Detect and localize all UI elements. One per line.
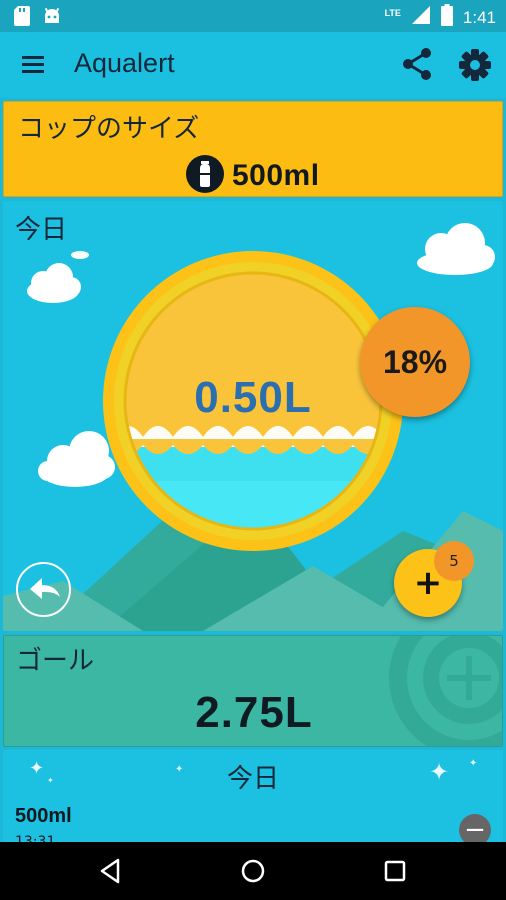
today-label: 今日 (15, 215, 68, 245)
signal-icon (411, 5, 431, 30)
today-card: 今日 0.50L 18% + 5 (3, 201, 503, 631)
cup-size-title: コップのサイズ (18, 114, 200, 144)
goal-label: ゴール (16, 646, 95, 676)
settings-gear-icon[interactable] (456, 46, 494, 84)
sd-card-icon (14, 6, 30, 30)
clock: 1:41 (462, 7, 496, 27)
android-icon (42, 6, 62, 30)
minus-icon[interactable]: − (459, 814, 491, 842)
menu-icon[interactable] (18, 50, 50, 80)
battery-icon (440, 4, 453, 31)
water-bottle-icon (186, 155, 224, 197)
goal-card[interactable]: ゴール 2.75L (3, 635, 503, 747)
back-icon[interactable] (96, 856, 126, 886)
app-bar: Aqualert (0, 32, 506, 98)
recents-icon[interactable] (380, 856, 410, 886)
history-title: 今日 (226, 764, 279, 794)
add-count-badge: 5 (434, 541, 474, 581)
network-type: LTE (384, 7, 401, 18)
share-icon[interactable] (400, 46, 436, 82)
app-title: Aqualert (74, 48, 175, 78)
home-icon[interactable] (238, 856, 268, 886)
undo-arrow-icon[interactable] (16, 562, 71, 617)
history-entry-time: 13:31 (15, 834, 56, 842)
status-bar: LTE 1:41 (0, 0, 506, 32)
goal-value: 2.75L (195, 688, 313, 737)
history-entry-amount: 500ml (15, 805, 72, 827)
cup-size-label: 500ml (232, 159, 320, 192)
navigation-bar (0, 842, 506, 900)
cup-size-value: 500ml (186, 155, 320, 197)
cup-size-card[interactable]: コップのサイズ 500ml (3, 101, 503, 197)
progress-percent-badge: 18% (360, 307, 470, 417)
history-card: ✦ ✦ ✦ ✦ ✦ 今日 500ml 13:31 − (3, 750, 503, 842)
